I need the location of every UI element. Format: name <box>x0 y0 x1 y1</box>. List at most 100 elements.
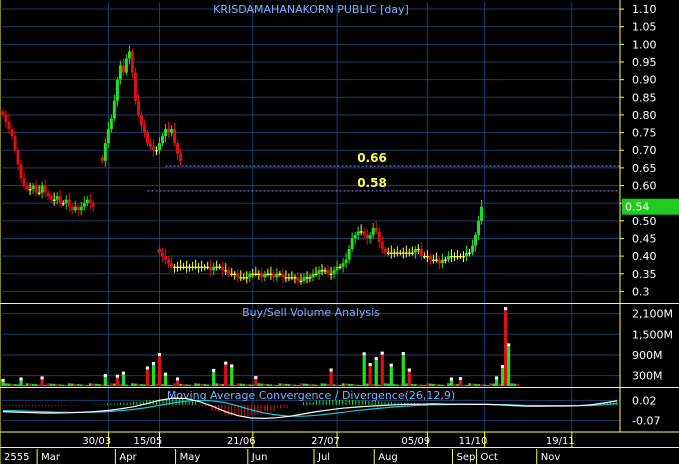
candle-body <box>118 65 122 80</box>
volume-baseline-bar <box>278 383 282 386</box>
candle-body <box>281 273 285 278</box>
candle-body <box>106 129 110 144</box>
volume-baseline-bar <box>323 383 327 386</box>
volume-baseline-bar <box>386 383 390 386</box>
candle-body <box>151 146 155 151</box>
candle-body <box>124 58 128 73</box>
candle-body <box>203 266 207 268</box>
candle-body <box>356 231 360 235</box>
candle-body <box>474 234 478 246</box>
price-tick-label: 0.3 <box>632 285 650 298</box>
volume-baseline-bar <box>308 384 312 386</box>
candle-body <box>139 114 143 126</box>
candle-body <box>458 256 462 258</box>
candle-body <box>76 206 80 211</box>
date-label: 21/06 <box>227 436 256 447</box>
volume-tick-label: 300M <box>632 370 663 383</box>
volume-bar-cap <box>458 377 463 381</box>
candle-body <box>359 231 363 233</box>
volume-baseline-bar <box>70 383 74 386</box>
candle-body <box>161 136 165 144</box>
volume-baseline-bar <box>299 383 303 386</box>
volume-baseline-bar <box>483 384 486 386</box>
candle-body <box>395 252 399 254</box>
price-panel: KRISDAMAHANAKORN PUBLIC [day] 0.66 0.58 <box>1 3 620 286</box>
volume-baseline-bar <box>468 383 471 386</box>
volume-baseline-bar <box>112 383 116 386</box>
candle-body <box>145 132 149 144</box>
volume-baseline-bar <box>480 384 483 386</box>
volume-baseline-bar <box>425 383 429 386</box>
candle-body <box>272 273 276 278</box>
volume-baseline-bar <box>185 384 188 386</box>
volume-baseline-bar <box>290 384 294 386</box>
volume-bar-cap <box>495 376 499 380</box>
volume-bar <box>103 377 107 386</box>
candle-body <box>233 273 237 275</box>
volume-baseline-bar <box>10 383 14 386</box>
candle-body <box>227 270 231 274</box>
volume-bar <box>212 371 216 386</box>
volume-bar <box>121 374 125 386</box>
candle-body <box>344 259 348 264</box>
price-tick-label: 1.05 <box>632 21 657 34</box>
volume-baseline-bar <box>296 384 300 386</box>
volume-tick-label: 1,500M <box>632 328 673 341</box>
candle-body <box>368 234 372 239</box>
price-tick-label: 0.85 <box>632 91 657 104</box>
volume-baseline-bar <box>155 383 158 386</box>
volume-bar-cap <box>1 378 5 382</box>
candle-body <box>206 266 210 268</box>
volume-baseline-bar <box>284 383 288 386</box>
month-label: Oct <box>481 452 498 463</box>
volume-baseline-bar <box>447 383 450 386</box>
volume-baseline-bar <box>182 384 185 386</box>
grid-layer <box>2 2 620 432</box>
volume-bar <box>374 360 378 386</box>
volume-baseline-bar <box>489 383 492 386</box>
volume-bar-cap <box>362 352 366 356</box>
candle-body <box>308 277 312 279</box>
volume-baseline-bar <box>197 383 201 386</box>
candle-body <box>185 266 189 268</box>
volume-baseline-bar <box>125 384 128 386</box>
candle-body <box>67 199 71 207</box>
volume-baseline-bar <box>31 383 35 386</box>
macd-tick-label: -0.07 <box>632 415 660 428</box>
candle-body <box>287 277 291 279</box>
candle-body <box>320 270 324 272</box>
price-tick-label: 0.50 <box>632 215 657 228</box>
macd-panel-title: Moving Average Convergence / Divergence(… <box>167 389 455 402</box>
candle-body <box>239 277 243 279</box>
volume-baseline-bar <box>16 384 20 386</box>
candle-body <box>428 256 432 260</box>
volume-baseline-bar <box>109 383 113 386</box>
volume-baseline-bar <box>341 383 345 386</box>
candle-body <box>158 143 162 151</box>
candle-body <box>161 252 165 257</box>
volume-bar-cap <box>103 374 107 378</box>
candle-body <box>290 277 294 279</box>
month-label: Jun <box>251 452 268 463</box>
candle-body <box>371 227 375 235</box>
candle-body <box>173 129 177 144</box>
volume-baseline-bar <box>49 383 53 386</box>
volume-bar-cap <box>115 374 119 378</box>
volume-bar <box>504 310 508 386</box>
volume-bar-cap <box>407 368 411 372</box>
volume-bar <box>157 356 162 386</box>
candle-body <box>40 185 44 193</box>
volume-baseline-bar <box>188 384 192 386</box>
volume-bar-cap <box>163 372 168 376</box>
price-tick-label: 1.10 <box>632 3 657 16</box>
candle-body <box>323 270 327 272</box>
volume-baseline-bar <box>221 383 225 386</box>
candle-body <box>224 270 228 272</box>
volume-baseline-bar <box>266 384 270 386</box>
stock-chart: KRISDAMAHANAKORN PUBLIC [day] 0.66 0.58 B… <box>0 0 679 464</box>
volume-baseline-bar <box>269 384 273 386</box>
volume-baseline-bar <box>134 383 137 386</box>
candle-body <box>347 249 351 260</box>
level-label: 0.66 <box>357 151 387 165</box>
volume-baseline-bar <box>179 383 182 386</box>
